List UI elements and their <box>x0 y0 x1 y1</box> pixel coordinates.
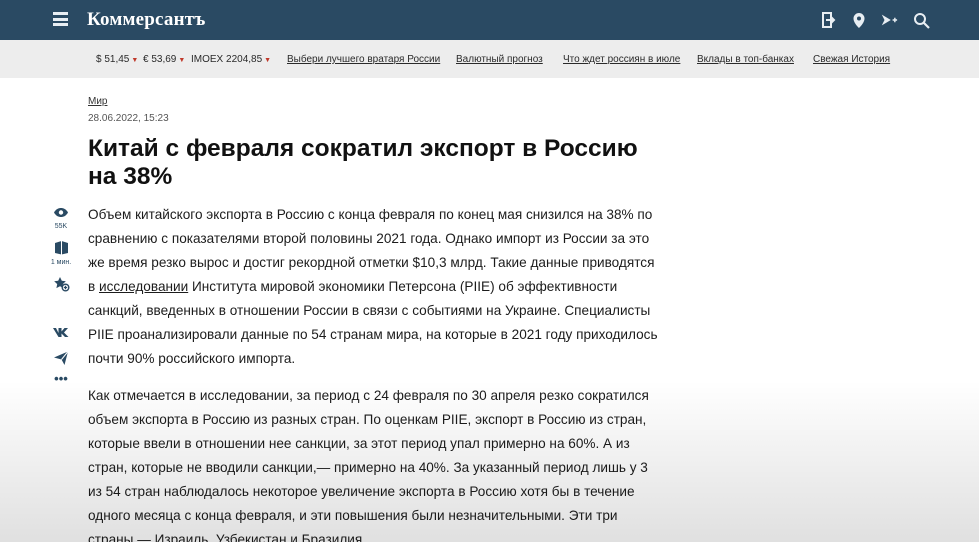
imoex-value: IMOEX 2204,85 <box>191 54 263 65</box>
eur-value: € 53,69 <box>143 54 177 65</box>
imoex-quote[interactable]: IMOEX 2204,85 ▼ <box>191 54 271 65</box>
search-icon[interactable] <box>912 11 930 29</box>
usd-value: $ 51,45 <box>96 54 130 65</box>
usd-quote[interactable]: $ 51,45 ▼ <box>96 54 138 65</box>
research-link[interactable]: исследовании <box>99 279 188 294</box>
article-date: 28.06.2022, 15:23 <box>88 113 169 124</box>
down-arrow-icon: ▼ <box>131 57 139 64</box>
article-rubric[interactable]: Мир <box>88 96 107 107</box>
brand-logo[interactable]: Коммерсантъ <box>87 9 206 31</box>
subscribe-icon[interactable] <box>880 11 898 29</box>
eur-quote[interactable]: € 53,69 ▼ <box>143 54 185 65</box>
article-title: Китай с февраля сократил экспорт в Росси… <box>88 135 638 190</box>
favorite-star-icon[interactable] <box>48 276 74 297</box>
down-arrow-icon: ▼ <box>264 57 272 64</box>
nav-link-july[interactable]: Что ждет россиян в июле <box>563 54 680 65</box>
read-time: 1 мин. <box>50 259 72 266</box>
views-count: 55K <box>54 223 68 230</box>
menu-icon[interactable] <box>53 12 68 26</box>
top-header: Коммерсантъ <box>0 0 979 40</box>
vk-share-icon[interactable] <box>48 325 74 343</box>
article-paragraph-2: Как отмечается в исследовании, за период… <box>88 388 649 542</box>
quotes-bar: $ 51,45 ▼ € 53,69 ▼ IMOEX 2204,85 ▼ Выбери … <box>0 40 979 78</box>
views-icon <box>48 205 74 223</box>
nav-link-currency-forecast[interactable]: Валютный прогноз <box>456 54 543 65</box>
nav-link-deposits[interactable]: Вклады в топ-банках <box>697 54 794 65</box>
read-time-icon <box>48 240 74 260</box>
down-arrow-icon: ▼ <box>178 57 186 64</box>
telegram-share-icon[interactable] <box>48 350 74 371</box>
location-pin-icon[interactable] <box>850 11 868 29</box>
login-icon[interactable] <box>819 11 837 29</box>
more-options-icon[interactable]: ••• <box>48 372 74 385</box>
article-paragraph-1: Объем китайского экспорта в Россию с кон… <box>88 203 658 371</box>
nav-link-history[interactable]: Свежая История <box>813 54 890 65</box>
nav-link-goalkeeper[interactable]: Выбери лучшего вратаря России <box>287 54 440 65</box>
